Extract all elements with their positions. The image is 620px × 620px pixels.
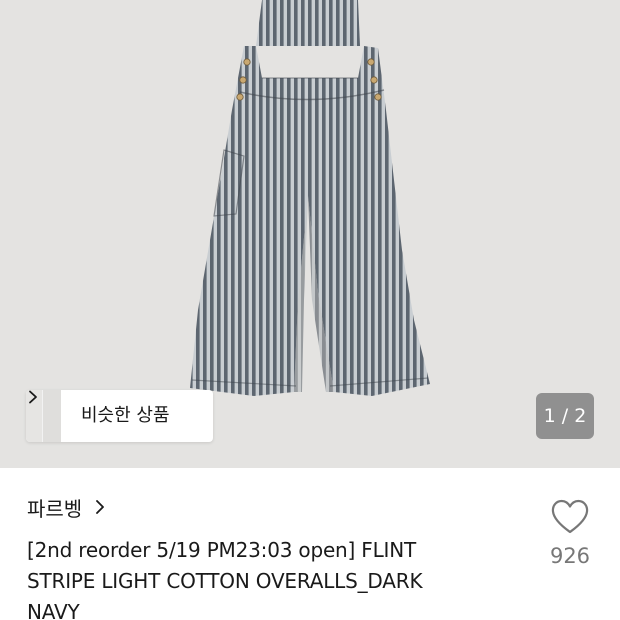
chevron-right-icon — [29, 390, 37, 404]
product-title-line: [2nd reorder 5/19 PM23:03 open] FLINT — [27, 538, 417, 562]
product-title-line: STRIPE LIGHT COTTON OVERALLS_DARK — [27, 569, 423, 593]
product-image-gallery[interactable]: 비슷한 상품 1 / 2 — [0, 0, 620, 468]
product-detail-page: 비슷한 상품 1 / 2 파르벵 [2nd reorder 5/19 PM23:… — [0, 0, 620, 620]
brand-link[interactable]: 파르벵 — [27, 492, 106, 522]
image-page-counter: 1 / 2 — [536, 393, 594, 439]
brand-name: 파르벵 — [27, 496, 83, 521]
like-section: 926 — [540, 495, 600, 585]
heart-outline-icon[interactable] — [550, 498, 590, 536]
chevron-right-icon — [96, 500, 105, 514]
similar-products-label: 비슷한 상품 — [81, 405, 170, 426]
product-title-line: NAVY — [27, 600, 80, 620]
like-count: 926 — [549, 544, 591, 568]
similar-products-button[interactable]: 비슷한 상품 — [26, 390, 213, 442]
product-title: [2nd reorder 5/19 PM23:03 open] FLINT ST… — [27, 535, 497, 620]
similar-thumbnail — [42, 390, 61, 442]
